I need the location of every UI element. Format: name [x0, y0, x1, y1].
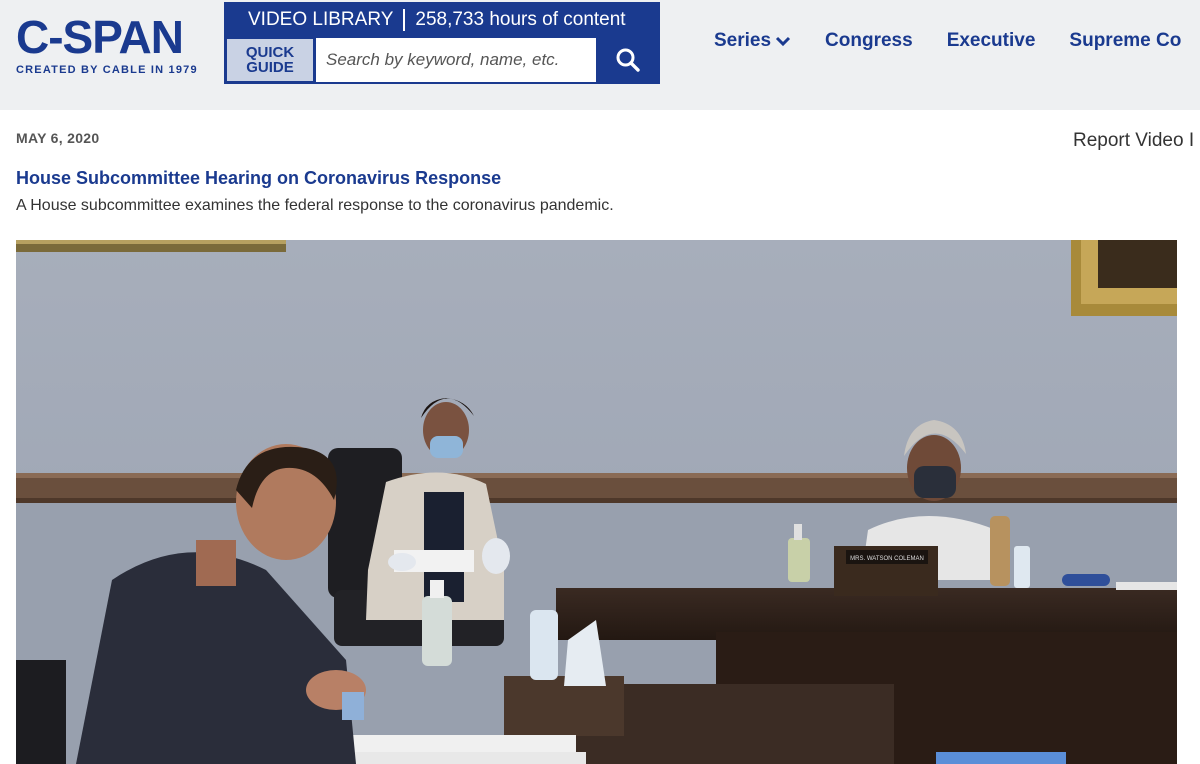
divider [403, 9, 406, 31]
nameplate-text: MRS. WATSON COLEMAN [850, 556, 924, 562]
program-title[interactable]: House Subcommittee Hearing on Coronaviru… [16, 168, 501, 189]
quick-guide-line2: GUIDE [246, 59, 294, 76]
logo-tagline: CREATED BY CABLE IN 1979 [16, 64, 198, 76]
video-library-search-box: VIDEO LIBRARY 258,733 hours of content Q… [224, 2, 660, 84]
chevron-down-icon [775, 36, 791, 47]
nav-supreme-court[interactable]: Supreme Co [1069, 30, 1181, 52]
video-player[interactable]: MRS. WATSON COLEMAN [16, 240, 1177, 764]
cspan-logo[interactable]: C-SPAN CREATED BY CABLE IN 1979 [16, 14, 198, 76]
search-button[interactable] [598, 38, 658, 82]
main-nav: Series Congress Executive Supreme Co [714, 30, 1181, 52]
video-frame: MRS. WATSON COLEMAN [16, 240, 1177, 764]
search-input[interactable] [316, 38, 596, 82]
nav-executive[interactable]: Executive [947, 30, 1036, 52]
program-date: MAY 6, 2020 [16, 130, 100, 146]
search-icon [616, 48, 640, 72]
quick-guide-line1: QUICK [245, 44, 295, 61]
hours-of-content: 258,733 hours of content [415, 9, 626, 30]
logo-wordmark: C-SPAN [16, 11, 184, 63]
report-video-issue-link[interactable]: Report Video I [1073, 130, 1194, 152]
nav-series[interactable]: Series [714, 30, 791, 52]
video-library-label: VIDEO LIBRARY [248, 9, 394, 30]
program-description: A House subcommittee examines the federa… [16, 197, 614, 214]
nav-congress[interactable]: Congress [825, 30, 913, 52]
quick-guide-button[interactable]: QUICK GUIDE [226, 38, 314, 82]
nav-series-label: Series [714, 30, 772, 51]
site-header: C-SPAN CREATED BY CABLE IN 1979 VIDEO LI… [0, 0, 1200, 110]
